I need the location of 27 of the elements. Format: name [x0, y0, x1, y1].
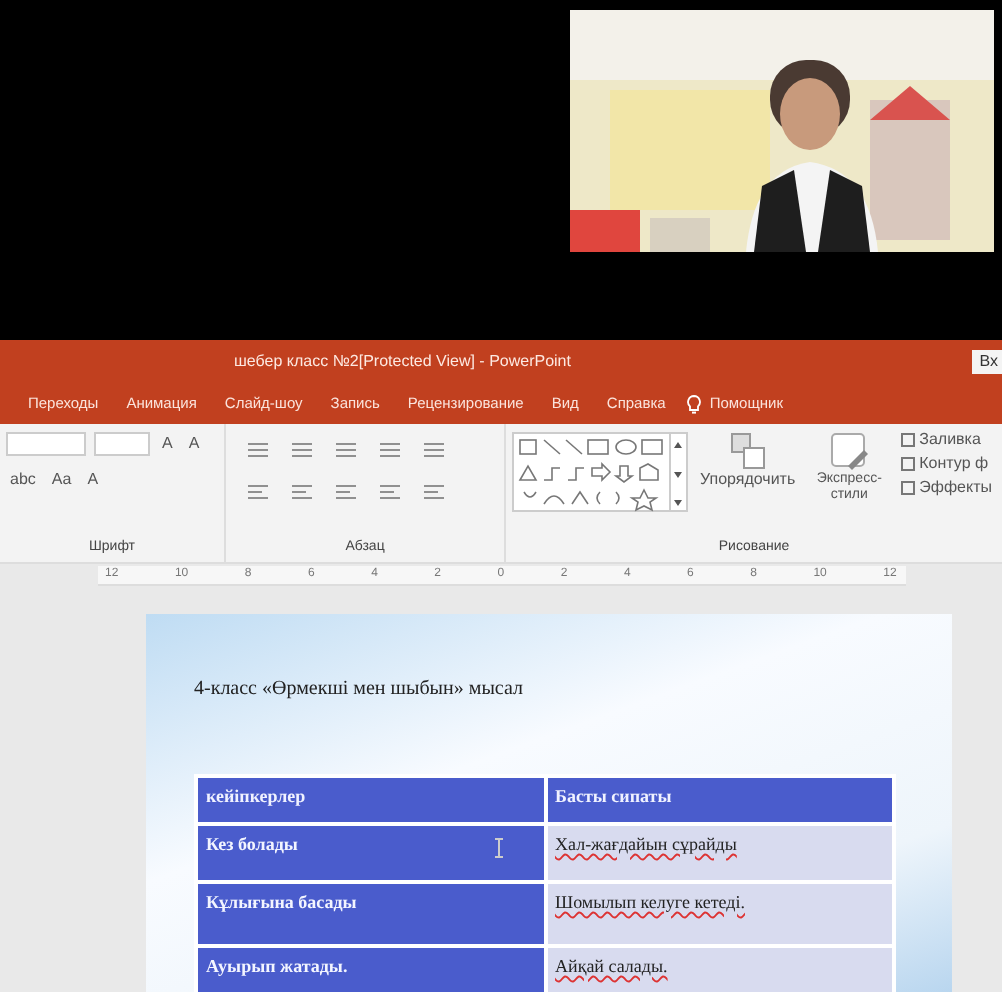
quick-styles-icon [829, 432, 870, 472]
table-cell: Айқай салады. [545, 946, 894, 992]
table-cell: Кез болады [196, 824, 545, 882]
slide-title: 4-класс «Өрмекші мен шыбын» мысал [194, 676, 523, 704]
shape-option-button[interactable]: Эффекты [915, 480, 996, 496]
font-name-field[interactable] [6, 432, 86, 456]
shape-option-button[interactable]: Контур ф [915, 456, 993, 472]
font-button[interactable]: A [83, 472, 103, 488]
table-cell: Кұлығына басады [196, 882, 545, 946]
table-cell: Ауырып жатады. [196, 946, 545, 992]
table-cell: Шомылып келуге кетеді. [545, 882, 894, 946]
text-cursor-icon [493, 838, 503, 858]
arrange-icon [729, 432, 766, 472]
font-size-field[interactable] [94, 432, 150, 456]
table-header-cell: кейіпкерлер [196, 776, 545, 824]
arrange-button[interactable]: Упорядочить [696, 472, 800, 488]
account-button[interactable]: Вх [971, 350, 1002, 374]
font-button[interactable]: abc [6, 472, 40, 488]
font-size-button[interactable]: A [158, 436, 177, 452]
window-title: шебер класс №2[Protected View] - PowerPoint [234, 350, 571, 374]
table-header-cell: Басты сипаты [545, 776, 894, 824]
shape-option-button[interactable]: Заливка [915, 432, 985, 448]
font-size-button[interactable]: A [184, 436, 204, 452]
shapes-gallery[interactable] [512, 432, 689, 512]
table-cell: Хал-жағдайын сұрайды [545, 824, 894, 882]
font-button[interactable]: Aa [47, 472, 76, 488]
lightbulb-icon [685, 394, 702, 414]
